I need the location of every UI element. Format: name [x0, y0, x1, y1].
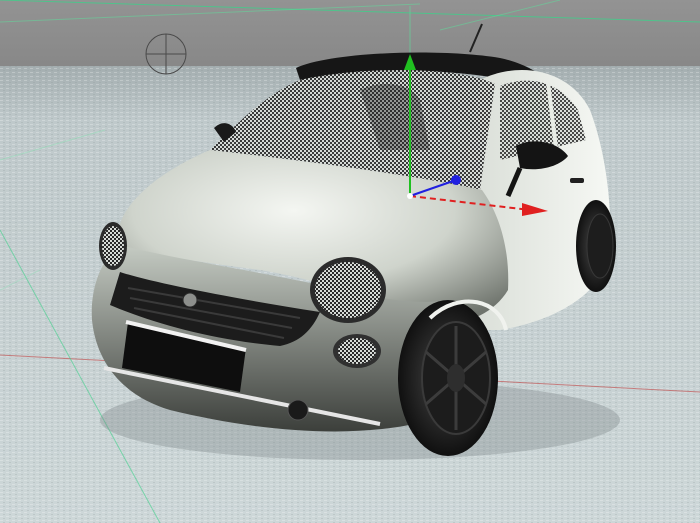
fog-light [333, 334, 381, 368]
3d-viewport[interactable] [0, 0, 700, 523]
door-handle [570, 178, 584, 183]
gizmo-origin[interactable] [407, 193, 413, 199]
rear-wheel [576, 200, 616, 292]
gizmo-z-handle[interactable] [451, 175, 461, 185]
camera-target-icon[interactable] [145, 33, 187, 75]
right-headlight [99, 222, 127, 270]
front-wheel [398, 300, 498, 456]
left-headlight [310, 257, 386, 323]
car-badge [182, 292, 198, 308]
lower-fog-lamp [287, 399, 309, 421]
